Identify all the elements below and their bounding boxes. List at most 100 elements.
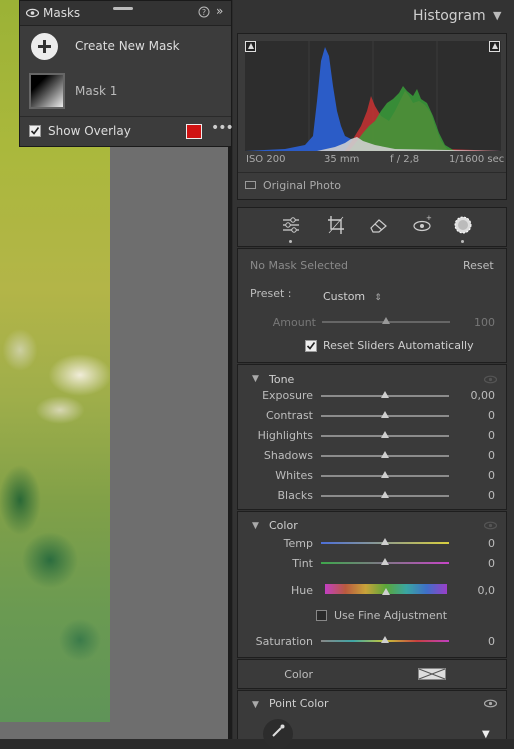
contrast-slider-thumb[interactable] (381, 411, 389, 418)
tone-visibility-eye-icon[interactable] (484, 375, 497, 384)
masks-title: Masks (43, 6, 81, 20)
reset-button[interactable]: Reset (463, 259, 494, 272)
more-options-icon[interactable]: ••• (211, 120, 234, 136)
histogram-box: ISO 200 35 mm f / 2,8 1/1600 sec Origina… (237, 33, 507, 200)
create-new-mask-button[interactable]: Create New Mask (20, 26, 231, 66)
amount-value[interactable]: 100 (455, 316, 495, 329)
preset-label: Preset : (250, 287, 292, 300)
blacks-label: Blacks (277, 489, 314, 502)
show-overlay-label: Show Overlay (48, 124, 131, 138)
temp-slider-thumb[interactable] (381, 538, 389, 545)
color-picker-swatch[interactable] (418, 668, 446, 680)
tool-strip: + (237, 207, 507, 247)
masking-icon[interactable] (453, 215, 473, 235)
shadows-label: Shadows (263, 449, 313, 462)
histogram-collapse-icon[interactable]: ▼ (493, 9, 501, 22)
eye-icon[interactable] (26, 8, 39, 18)
red-eye-icon[interactable]: + (412, 214, 432, 234)
mask-1-item[interactable]: Mask 1 (20, 71, 231, 111)
color-title[interactable]: Color (269, 519, 298, 532)
show-overlay-checkbox[interactable] (29, 125, 41, 137)
hue-value[interactable]: 0,0 (455, 584, 496, 597)
checkmark-icon (30, 127, 40, 135)
histogram-graph[interactable] (245, 41, 501, 151)
mask-1-label: Mask 1 (75, 84, 118, 98)
whites-value[interactable]: 0 (455, 469, 495, 482)
fine-adjust-label: Use Fine Adjustment (334, 609, 448, 622)
original-photo-checkbox[interactable] (245, 181, 256, 189)
tint-value[interactable]: 0 (455, 557, 495, 570)
blacks-value[interactable]: 0 (455, 489, 495, 502)
blacks-slider[interactable] (321, 491, 449, 498)
mask-edit-section: No Mask Selected Reset Preset : Custom ⇕… (237, 248, 507, 363)
exposure-label: Exposure (262, 389, 313, 402)
tint-slider[interactable] (321, 558, 449, 565)
svg-text:+: + (426, 214, 432, 222)
amount-label: Amount (272, 316, 316, 329)
highlights-slider-thumb[interactable] (381, 431, 389, 438)
whites-slider[interactable] (321, 471, 449, 478)
point-color-visibility-eye-icon[interactable] (484, 699, 497, 708)
point-color-dropdown-icon[interactable]: ▼ (482, 729, 490, 740)
highlights-slider[interactable] (321, 431, 449, 438)
edit-sliders-icon[interactable] (282, 216, 300, 234)
help-icon[interactable]: ? (198, 6, 210, 18)
saturation-slider[interactable] (321, 636, 449, 643)
color-visibility-eye-icon[interactable] (484, 521, 497, 530)
shadows-value[interactable]: 0 (455, 449, 495, 462)
contrast-label: Contrast (265, 409, 313, 422)
shadow-clipping-indicator[interactable] (245, 41, 256, 52)
saturation-value[interactable]: 0 (455, 635, 495, 648)
original-photo-label: Original Photo (263, 179, 341, 192)
svg-text:?: ? (202, 8, 206, 17)
point-color-title[interactable]: Point Color (269, 697, 329, 710)
mask-status: No Mask Selected (250, 259, 348, 272)
exposure-slider[interactable] (321, 391, 449, 398)
point-color-expand-icon[interactable]: ▼ (252, 700, 259, 710)
blacks-slider-thumb[interactable] (381, 491, 389, 498)
add-icon (31, 33, 58, 60)
fine-adjust-checkbox[interactable] (316, 610, 327, 621)
whites-slider-thumb[interactable] (381, 471, 389, 478)
histogram-title[interactable]: Histogram (413, 8, 486, 24)
temp-value[interactable]: 0 (455, 537, 495, 550)
mask-1-thumbnail (29, 73, 65, 109)
highlights-value[interactable]: 0 (455, 429, 495, 442)
color-expand-icon[interactable]: ▼ (252, 521, 259, 531)
masks-panel-header[interactable]: Masks ? » (20, 1, 231, 26)
shadows-slider-thumb[interactable] (381, 451, 389, 458)
exposure-value[interactable]: 0,00 (455, 389, 496, 402)
preset-dropdown[interactable]: Custom ⇕ (323, 285, 393, 303)
crop-icon[interactable] (327, 215, 345, 235)
drag-handle[interactable] (113, 7, 133, 10)
create-new-mask-label: Create New Mask (75, 39, 180, 53)
right-panel: Histogram ▼ ISO 200 35 mm f / 2,8 1/1600… (233, 0, 514, 749)
contrast-value[interactable]: 0 (455, 409, 495, 422)
tone-title[interactable]: Tone (269, 373, 294, 386)
reset-sliders-label: Reset Sliders Automatically (323, 339, 474, 352)
hue-slider-thumb[interactable] (382, 588, 390, 595)
overlay-color-swatch[interactable] (186, 124, 202, 139)
reset-sliders-checkbox[interactable] (305, 340, 317, 352)
amount-slider-thumb[interactable] (382, 317, 390, 324)
contrast-slider[interactable] (321, 411, 449, 418)
tint-label: Tint (292, 557, 313, 570)
highlight-clipping-indicator[interactable] (489, 41, 500, 52)
temp-slider[interactable] (321, 538, 449, 545)
eyedropper-button[interactable] (263, 719, 293, 749)
hue-slider[interactable] (325, 584, 447, 595)
collapse-icon[interactable]: » (216, 4, 223, 18)
tone-expand-icon[interactable]: ▼ (252, 374, 259, 384)
tint-slider-thumb[interactable] (381, 558, 389, 565)
focal-length-info: 35 mm (324, 154, 360, 165)
healing-eraser-icon[interactable] (369, 217, 389, 233)
temp-label: Temp (283, 537, 313, 550)
whites-label: Whites (275, 469, 313, 482)
shutter-speed-info: 1/1600 sec (449, 154, 505, 165)
exposure-slider-thumb[interactable] (381, 391, 389, 398)
amount-slider[interactable] (322, 317, 450, 324)
shadows-slider[interactable] (321, 451, 449, 458)
saturation-slider-thumb[interactable] (381, 636, 389, 643)
eyedropper-icon (272, 724, 285, 737)
hue-label: Hue (290, 584, 313, 597)
